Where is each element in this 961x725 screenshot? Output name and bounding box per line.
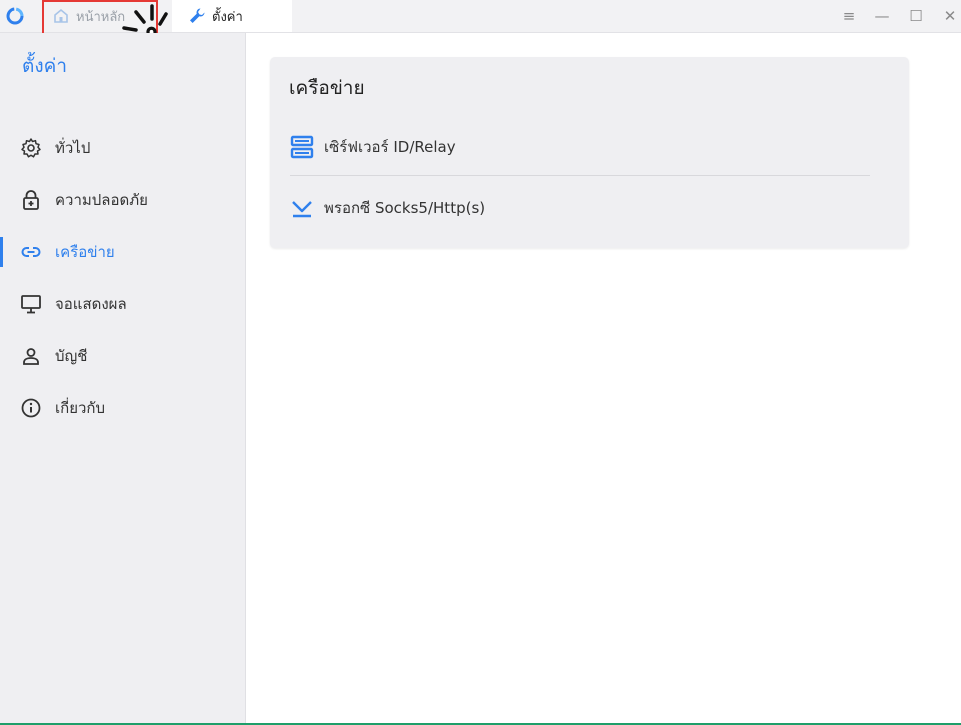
proxy-icon [292, 201, 312, 218]
link-icon [21, 247, 41, 257]
tab-settings-label: ตั้งค่า [212, 9, 243, 25]
wrench-icon [190, 8, 205, 23]
sidebar-item-account[interactable]: บัญชี [0, 336, 245, 376]
id-relay-server-option[interactable]: เซิร์ฟเวอร์ ID/Relay [290, 129, 456, 165]
monitor-icon [21, 295, 41, 314]
sidebar-item-label: ความปลอดภัย [55, 191, 148, 209]
tab-settings[interactable]: ตั้งค่า [172, 0, 292, 32]
info-icon [21, 398, 41, 418]
card-title: เครือข่าย [289, 77, 365, 99]
sidebar: ตั้งค่า ทั่วไป ความปลอดภัย เครือข่าย จอแ… [0, 33, 246, 725]
app-logo-icon [6, 7, 24, 25]
title-bar: หน้าหลัก ตั้งค่า ≡ — ☐ ✕ [0, 0, 961, 33]
sidebar-item-general[interactable]: ทั่วไป [0, 128, 245, 168]
relay-server-label: เซิร์ฟเวอร์ ID/Relay [324, 138, 456, 156]
maximize-button[interactable]: ☐ [903, 4, 929, 28]
sidebar-title: ตั้งค่า [22, 55, 67, 77]
network-settings-card: เครือข่าย เซิร์ฟเวอร์ ID/Relay พรอกซี So… [270, 57, 909, 248]
sidebar-item-label: เครือข่าย [55, 243, 115, 261]
sidebar-item-about[interactable]: เกี่ยวกับ [0, 388, 245, 428]
close-button[interactable]: ✕ [937, 4, 961, 28]
home-icon [54, 8, 68, 23]
sidebar-item-display[interactable]: จอแสดงผล [0, 284, 245, 324]
proxy-label: พรอกซี Socks5/Http(s) [324, 199, 486, 217]
sidebar-item-label: บัญชี [55, 347, 88, 365]
menu-button[interactable]: ≡ [836, 4, 862, 28]
tab-home-label: หน้าหลัก [76, 9, 126, 25]
socks5-proxy-option[interactable]: พรอกซี Socks5/Http(s) [290, 190, 485, 226]
lock-icon [23, 190, 39, 210]
sidebar-item-label: เกี่ยวกับ [55, 399, 106, 417]
gear-icon [21, 138, 41, 158]
tab-home[interactable]: หน้าหลัก [42, 0, 160, 32]
server-icon [290, 135, 314, 159]
user-icon [23, 348, 39, 365]
sidebar-item-network[interactable]: เครือข่าย [0, 232, 245, 272]
sidebar-item-label: ทั่วไป [55, 139, 91, 157]
minimize-button[interactable]: — [869, 4, 895, 28]
sidebar-item-label: จอแสดงผล [55, 295, 127, 313]
sidebar-item-security[interactable]: ความปลอดภัย [0, 180, 245, 220]
divider [290, 175, 870, 176]
